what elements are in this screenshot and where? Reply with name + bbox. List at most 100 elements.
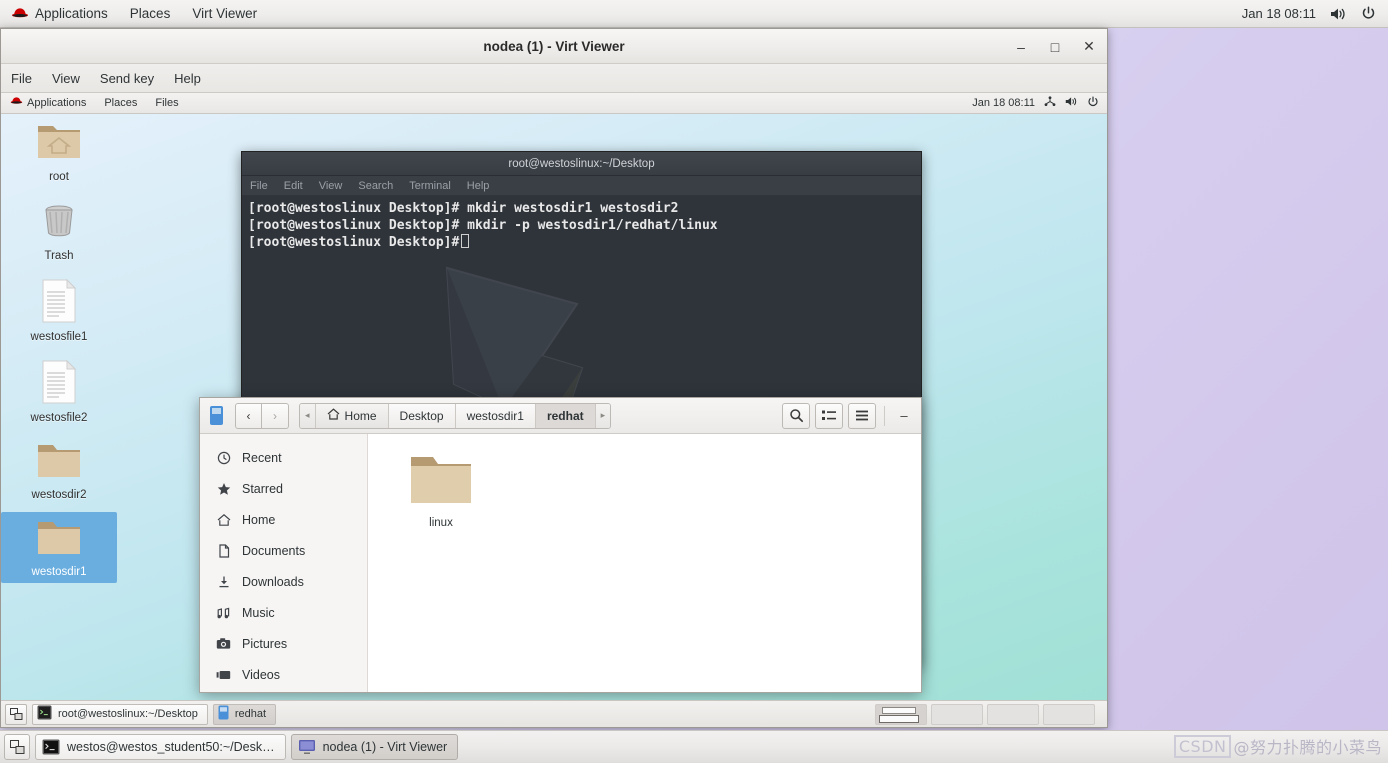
terminal-menu-search[interactable]: Search: [350, 180, 401, 192]
desktop-icon-trash[interactable]: Trash: [1, 194, 117, 267]
show-desktop-icon[interactable]: [4, 734, 30, 760]
breadcrumb-scroll-right[interactable]: ▸: [595, 403, 611, 428]
file-manager-minimize-button[interactable]: –: [893, 408, 915, 423]
power-icon[interactable]: [1087, 95, 1099, 111]
watermark-badge: CSDN: [1173, 734, 1232, 758]
breadcrumb-redhat[interactable]: redhat: [535, 403, 596, 428]
search-icon[interactable]: [782, 402, 810, 429]
breadcrumb-desktop[interactable]: Desktop: [388, 403, 456, 428]
desktop-icon-westosfile2[interactable]: westosfile2: [1, 354, 117, 429]
host-clock[interactable]: Jan 18 08:11: [1242, 6, 1316, 21]
host-menu-places[interactable]: Places: [119, 0, 182, 27]
close-button[interactable]: ✕: [1079, 37, 1099, 57]
guest-task-terminal[interactable]: root@westoslinux:~/Desktop: [32, 703, 208, 725]
menu-send-key[interactable]: Send key: [90, 64, 164, 93]
sidebar-item-label: Starred: [242, 481, 283, 496]
home-folder-icon: [35, 121, 83, 166]
show-desktop-icon[interactable]: [5, 703, 27, 725]
home-icon: [327, 408, 340, 423]
terminal-icon: [42, 739, 60, 755]
sidebar-item-music[interactable]: Music: [200, 597, 367, 628]
file-manager-content-area[interactable]: linux: [368, 434, 921, 692]
desktop-icon-label: westosfile1: [30, 331, 88, 343]
host-menu-virt-viewer[interactable]: Virt Viewer: [181, 0, 268, 27]
terminal-menu-terminal[interactable]: Terminal: [401, 180, 459, 192]
menu-file[interactable]: File: [1, 64, 42, 93]
workspace-switcher: [875, 703, 1103, 725]
virt-viewer-titlebar[interactable]: nodea (1) - Virt Viewer – □ ✕: [1, 29, 1107, 64]
breadcrumb-westosdir1[interactable]: westosdir1: [455, 403, 536, 428]
forward-button[interactable]: ›: [262, 402, 289, 429]
guest-task-redhat-folder[interactable]: redhat: [212, 703, 277, 725]
guest-menu-applications[interactable]: Applications: [1, 93, 95, 114]
guest-panel-status-area: Jan 18 08:11: [972, 95, 1107, 111]
menu-help[interactable]: Help: [164, 64, 211, 93]
sidebar-item-starred[interactable]: Starred: [200, 473, 367, 504]
guest-top-panel: Applications Places Files Jan 18 08:11: [1, 93, 1107, 114]
workspace-1[interactable]: [875, 703, 927, 725]
terminal-titlebar[interactable]: root@westoslinux:~/Desktop: [242, 152, 921, 176]
breadcrumb-scroll-left[interactable]: ◂: [300, 403, 316, 428]
desktop-icon-westosdir1[interactable]: westosdir1: [1, 512, 117, 583]
trash-icon: [36, 200, 82, 245]
terminal-title: root@westoslinux:~/Desktop: [508, 157, 655, 170]
view-list-icon[interactable]: [815, 402, 843, 429]
workspace-4[interactable]: [1043, 703, 1095, 725]
desktop-icon-westosfile1[interactable]: westosfile1: [1, 273, 117, 348]
workspace-window-preview: [882, 706, 916, 714]
hamburger-menu-icon[interactable]: [848, 402, 876, 429]
file-icon: [41, 359, 77, 407]
star-icon: [216, 482, 231, 496]
workspace-3[interactable]: [987, 703, 1039, 725]
terminal-line: [root@westoslinux Desktop]# mkdir westos…: [248, 201, 679, 216]
terminal-menu-view[interactable]: View: [311, 180, 351, 192]
workspace-2[interactable]: [931, 703, 983, 725]
redhat-logo-icon: [10, 93, 23, 114]
desktop-icon-westosdir2[interactable]: westosdir2: [1, 435, 117, 506]
maximize-button[interactable]: □: [1045, 37, 1065, 57]
back-button[interactable]: ‹: [235, 402, 262, 429]
file-manager-window: ‹ › ◂ Home Desktop westosdir1 redhat ▸ –…: [199, 397, 922, 693]
sidebar-item-pictures[interactable]: Pictures: [200, 628, 367, 659]
host-task-terminal[interactable]: westos@westos_student50:~/Desk…: [35, 734, 286, 760]
host-task-virt-viewer[interactable]: nodea (1) - Virt Viewer: [290, 734, 459, 760]
breadcrumb-home[interactable]: Home: [315, 403, 389, 428]
guest-menu-files[interactable]: Files: [146, 93, 187, 114]
virt-viewer-menubar: File View Send key Help: [1, 64, 1107, 93]
terminal-menu-edit[interactable]: Edit: [276, 180, 311, 192]
file-item-linux[interactable]: linux: [398, 452, 484, 529]
minimize-button[interactable]: –: [1011, 37, 1031, 57]
terminal-cursor: [461, 234, 470, 248]
virt-viewer-title: nodea (1) - Virt Viewer: [483, 38, 625, 54]
sidebar-item-label: Downloads: [242, 574, 304, 589]
network-icon[interactable]: [1044, 96, 1056, 110]
host-menu-applications-label: Applications: [35, 6, 108, 21]
folder-icon: [35, 441, 83, 484]
guest-taskbar: root@westoslinux:~/Desktop redhat: [1, 700, 1107, 727]
volume-icon[interactable]: [1065, 96, 1078, 110]
sidebar-item-documents[interactable]: Documents: [200, 535, 367, 566]
sidebar-item-downloads[interactable]: Downloads: [200, 566, 367, 597]
file-item-label: linux: [429, 517, 453, 529]
sidebar-item-home[interactable]: Home: [200, 504, 367, 535]
files-app-icon: [210, 406, 223, 425]
file-manager-sidebar: Recent Starred Home Documents Downloads …: [200, 434, 368, 692]
guest-menu-places[interactable]: Places: [95, 93, 146, 114]
guest-task-label: redhat: [234, 708, 267, 720]
desktop-icon-root[interactable]: root: [1, 115, 117, 188]
guest-clock[interactable]: Jan 18 08:11: [972, 97, 1035, 109]
terminal-menu-help[interactable]: Help: [459, 180, 498, 192]
video-icon: [216, 669, 231, 681]
redhat-logo-icon: [11, 7, 29, 20]
menu-view[interactable]: View: [42, 64, 90, 93]
sidebar-item-recent[interactable]: Recent: [200, 442, 367, 473]
terminal-menu-file[interactable]: File: [242, 180, 276, 192]
volume-icon[interactable]: [1330, 7, 1347, 21]
breadcrumb-label: Home: [344, 408, 377, 423]
power-icon[interactable]: [1361, 6, 1376, 21]
navigation-buttons: ‹ ›: [235, 402, 289, 429]
files-app-icon: [218, 705, 229, 723]
display-icon: [298, 739, 316, 755]
host-menu-applications[interactable]: Applications: [0, 0, 119, 27]
sidebar-item-videos[interactable]: Videos: [200, 659, 367, 690]
